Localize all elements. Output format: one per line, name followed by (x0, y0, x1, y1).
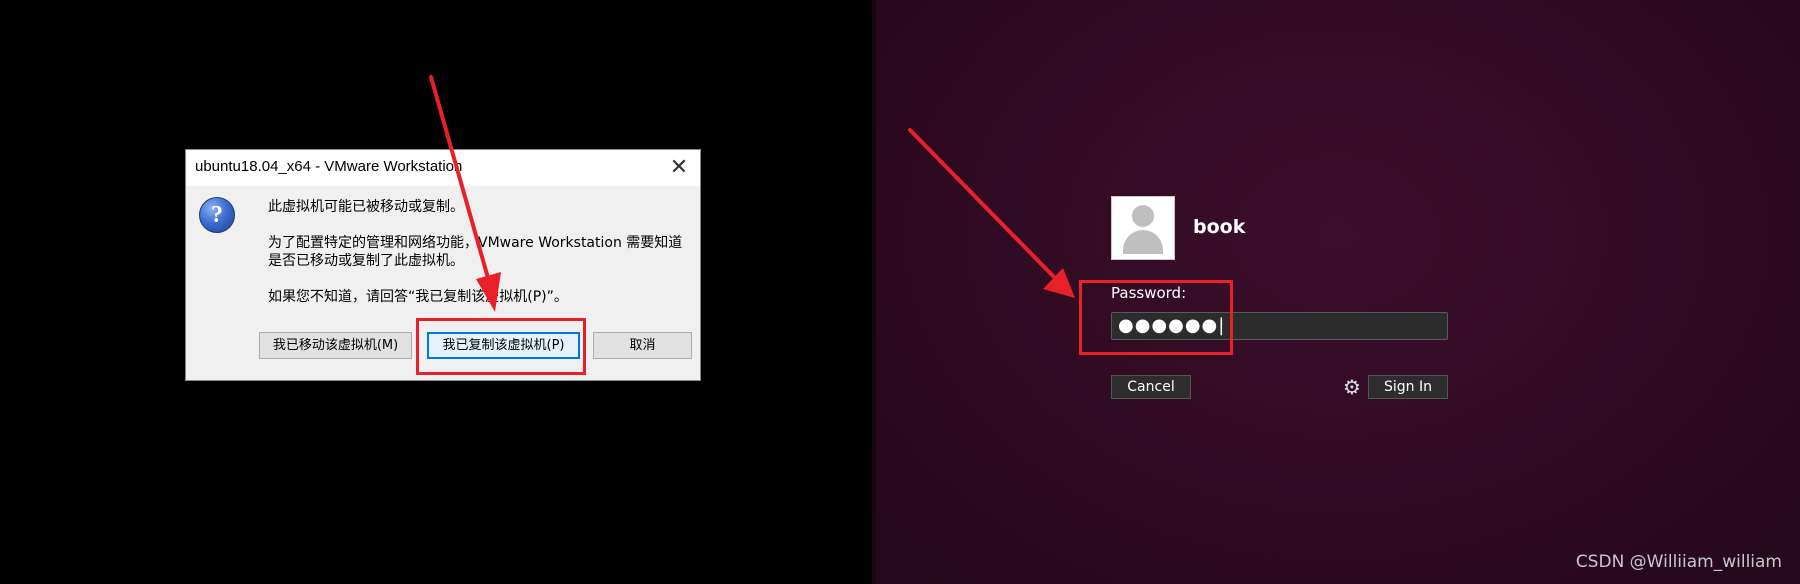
annotation-arrow-head-1 (476, 272, 501, 312)
annotation-arrows (429, 75, 1075, 312)
annotation-arrow-shaft-2 (908, 128, 1057, 280)
annotation-arrow-shaft-1 (429, 75, 492, 287)
watermark: CSDN @Williiam_william (1575, 552, 1782, 572)
